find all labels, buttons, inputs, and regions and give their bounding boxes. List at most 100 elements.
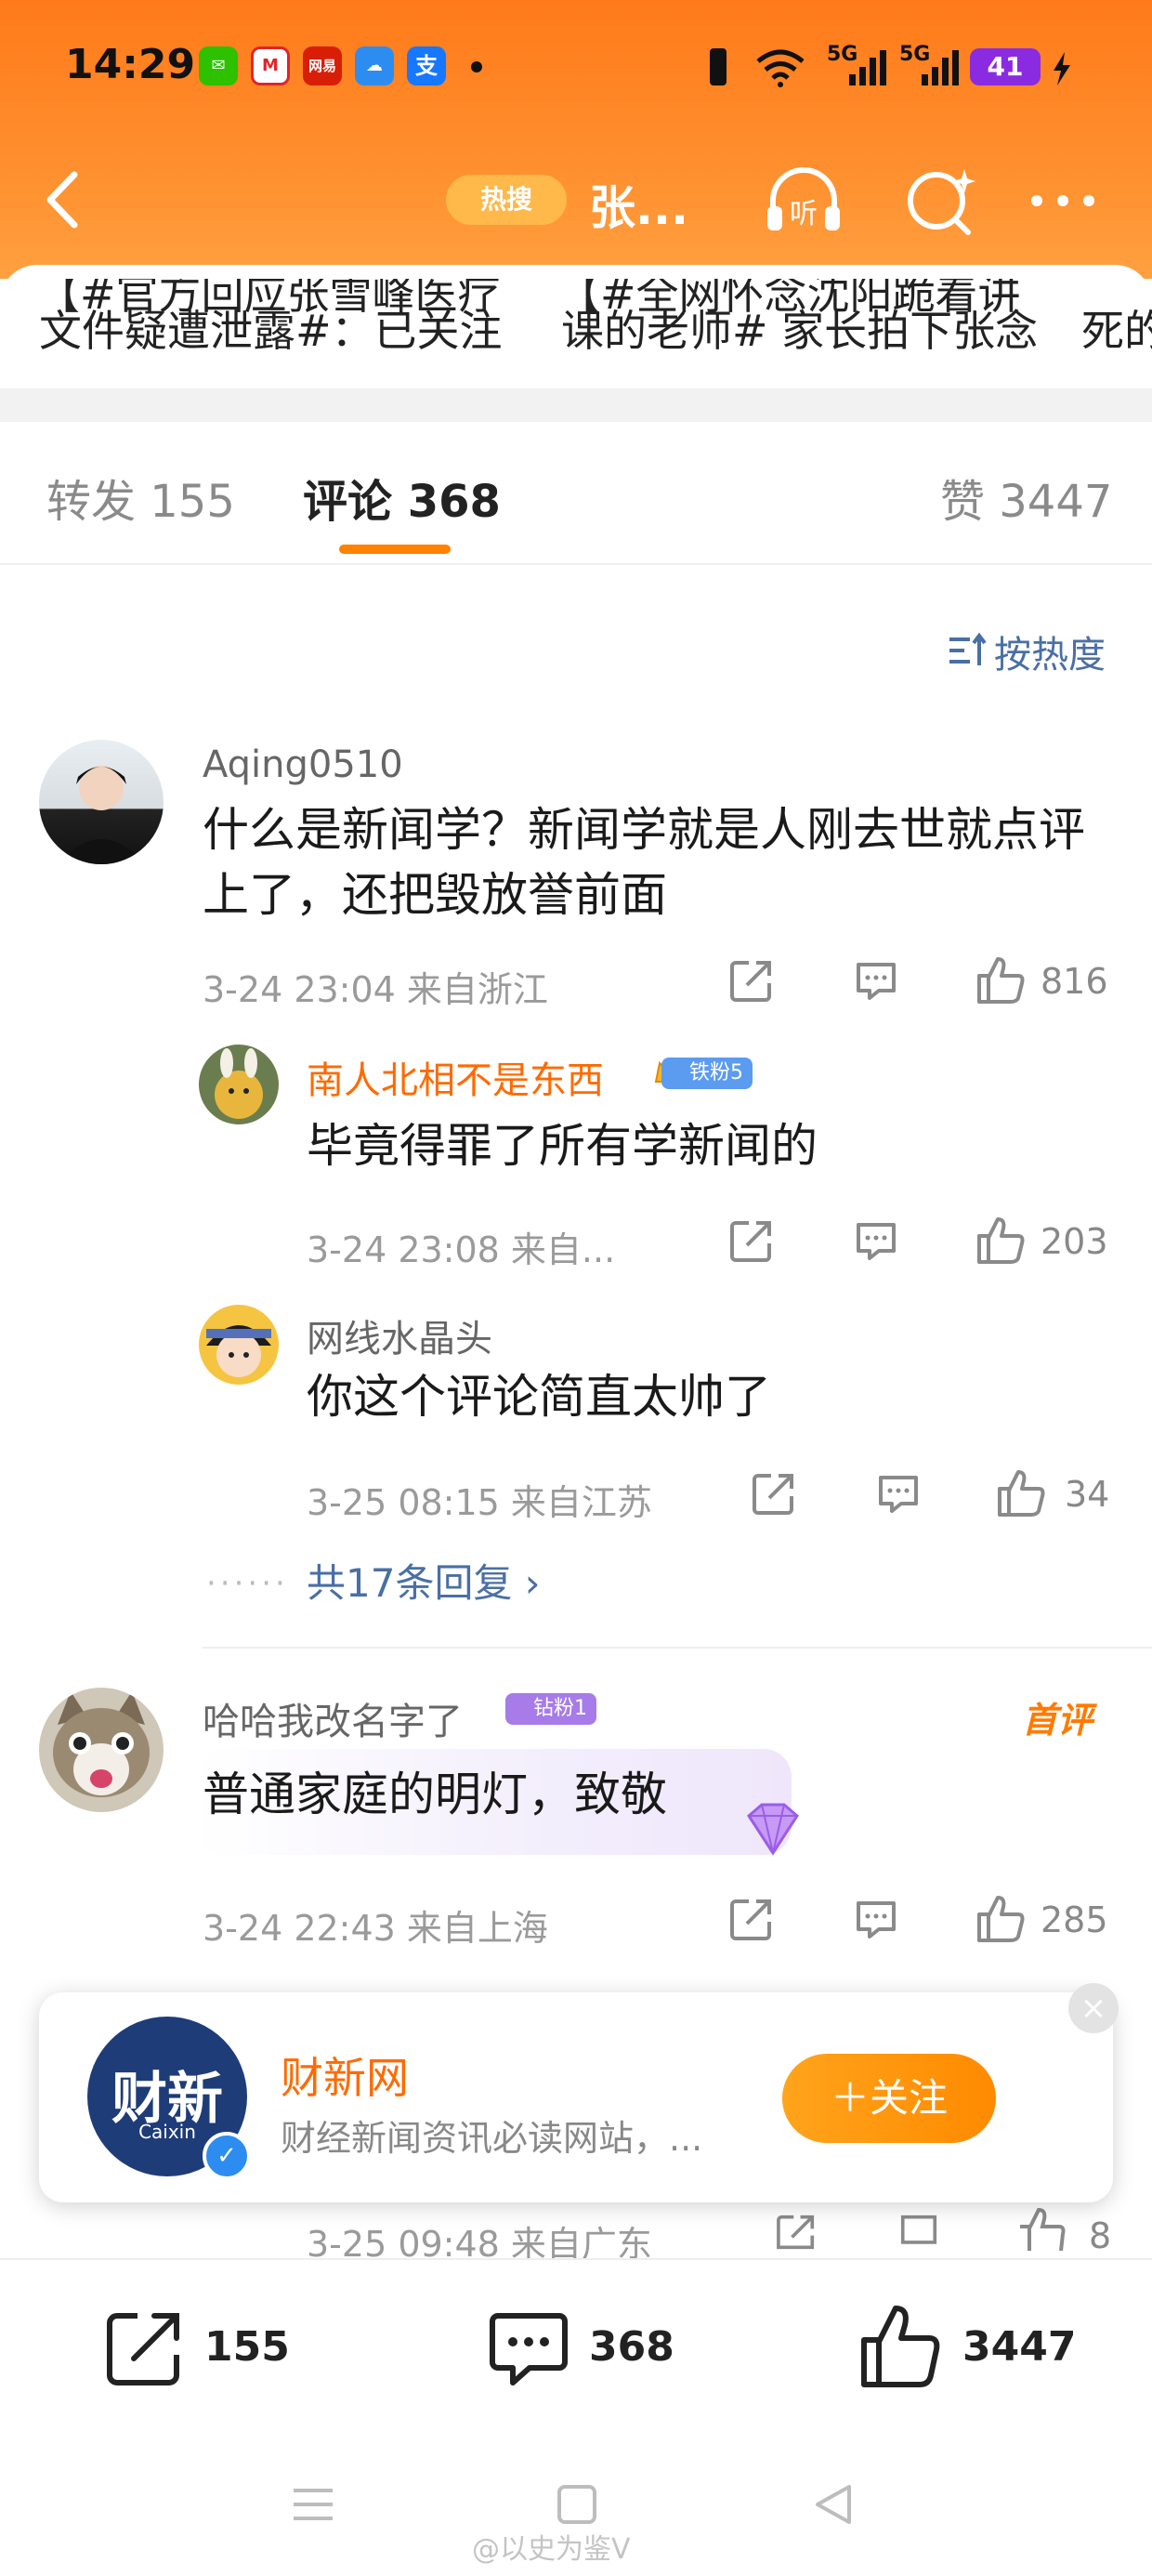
comment-divider: [203, 1647, 1152, 1649]
home-icon[interactable]: [554, 2481, 600, 2528]
wechat-icon: ✉: [199, 46, 238, 85]
avatar-image: [215, 1048, 263, 1119]
reply-icon[interactable]: [853, 1896, 899, 1942]
like-icon[interactable]: [975, 1214, 1028, 1266]
watermark: @以史为鉴V: [472, 2533, 631, 2566]
notification-dot-icon: [471, 61, 482, 72]
cloud-icon: ☁: [355, 46, 394, 85]
like-count: 285: [1041, 1899, 1108, 1940]
related-topics: 【#官方回应张雪峰医疗 【#全网怀念沈阳跪着讲 文件疑遭泄露#：已关注 课的老师…: [0, 279, 1152, 362]
verified-icon: ✓: [203, 2132, 251, 2180]
avatar-image: [58, 766, 145, 864]
reply-text: 你这个评论简直太帅了: [307, 1370, 771, 1424]
like-count: 816: [1041, 961, 1108, 1002]
active-tab-indicator: [339, 545, 451, 554]
menu-icon[interactable]: [290, 2481, 336, 2528]
avatar[interactable]: [39, 740, 164, 864]
tab-comments[interactable]: 评论 368: [303, 465, 501, 530]
comment-icon: [490, 2313, 568, 2385]
fan-level-badge: 铁粉5: [661, 1058, 753, 1089]
avatar-image: [206, 1325, 271, 1377]
back-arrow-icon[interactable]: [37, 167, 93, 232]
like-button[interactable]: 3447: [858, 2306, 1081, 2390]
comment-username[interactable]: 哈哈我改名字了: [203, 1691, 463, 1745]
repost-count: 155: [204, 2323, 290, 2371]
like-count: 34: [1065, 1474, 1110, 1515]
search-icon[interactable]: [899, 162, 983, 240]
comment-meta: 3-24 23:04 来自浙江: [203, 969, 548, 1010]
reply-icon[interactable]: [897, 2214, 940, 2251]
metro-icon: M: [251, 46, 290, 85]
listen-headphones-icon[interactable]: 听: [762, 162, 845, 240]
comment-count: 368: [589, 2323, 674, 2371]
like-icon[interactable]: [996, 1466, 1048, 1518]
like-count: 203: [1041, 1221, 1108, 1262]
bottom-action-bar: 155 368 3447: [0, 2258, 1152, 2437]
section-divider: [0, 388, 1152, 422]
reply-icon[interactable]: [875, 1470, 922, 1517]
follow-button[interactable]: ＋关注: [782, 2054, 996, 2143]
sort-button[interactable]: 按热度: [994, 624, 1106, 678]
avatar[interactable]: [39, 1688, 164, 1812]
tab-repost[interactable]: 转发 155: [46, 465, 235, 530]
avatar[interactable]: [199, 1305, 279, 1385]
follow-suggestion-card[interactable]: 财新 Caixin ✓ 财新网 财经新闻资讯必读网站，... ＋关注 ×: [39, 1983, 1119, 2202]
account-name[interactable]: 财新网: [281, 2044, 409, 2106]
diamond-sticker-icon: [747, 1803, 799, 1856]
reply-icon[interactable]: [853, 957, 899, 1004]
share-icon[interactable]: [775, 2214, 818, 2251]
charging-icon: [1054, 52, 1070, 85]
share-icon[interactable]: [728, 957, 775, 1004]
repost-button[interactable]: 155: [102, 2307, 307, 2390]
reply-username[interactable]: 网线水晶头: [307, 1308, 492, 1362]
avatar[interactable]: [199, 1045, 279, 1124]
topic-link-3[interactable]: 死的: [1081, 297, 1152, 359]
nav-title: 张...: [589, 181, 688, 235]
like-thumb-icon: [861, 2306, 940, 2387]
close-icon[interactable]: ×: [1068, 1983, 1119, 2033]
vibrate-icon: [710, 48, 727, 85]
signal-2-icon: [922, 50, 959, 85]
like-icon[interactable]: [1016, 2208, 1068, 2251]
netease-icon: 网易: [303, 46, 342, 85]
reply-username[interactable]: 南人北相不是东西: [307, 1050, 604, 1104]
repost-icon: [107, 2313, 179, 2385]
reply-text: 毕竟得罪了所有学新闻的: [307, 1119, 818, 1173]
comment-text: 什么是新闻学？新闻学就是人刚去世就点评上了，还把毁放誉前面: [203, 803, 1085, 922]
tab-likes[interactable]: 赞 3447: [940, 465, 1112, 530]
share-icon[interactable]: [751, 1470, 797, 1517]
topic-link-2[interactable]: 课的老师# 家长拍下张念: [561, 297, 1038, 359]
status-bar: 14:29 ✉ M 网易 ☁ 支 5G 5G 41: [0, 0, 1152, 139]
more-replies-link[interactable]: 共17条回复 ›: [307, 1552, 541, 1609]
alipay-icon: 支: [407, 46, 446, 85]
comment-button[interactable]: 368: [487, 2307, 691, 2390]
status-time: 14:29: [65, 41, 196, 88]
back-nav-icon[interactable]: [810, 2481, 857, 2528]
sort-icon[interactable]: [948, 632, 988, 669]
like-icon[interactable]: [975, 953, 1028, 1005]
signal-icon: [849, 50, 886, 85]
fan-level-badge: 钻粉1: [505, 1693, 596, 1725]
hot-search-label: 热搜: [479, 184, 532, 215]
first-comment-tag: 首评: [1022, 1700, 1093, 1741]
battery-indicator: 41: [970, 48, 1041, 85]
like-icon[interactable]: [975, 1892, 1028, 1944]
like-count: 8: [1089, 2215, 1112, 2256]
nav-bar: 热搜 张... 听: [0, 149, 1152, 251]
comment-username[interactable]: Aqing0510: [203, 743, 403, 786]
reply-icon[interactable]: [853, 1217, 899, 1264]
comment-meta: 3-24 22:43 来自上海: [203, 1908, 548, 1949]
svg-text:听: 听: [790, 198, 818, 230]
share-icon[interactable]: [728, 1896, 775, 1942]
thread-dots: ······: [206, 1565, 289, 1602]
hot-search-badge[interactable]: 热搜: [446, 175, 567, 225]
reply-meta: 3-24 23:08 来自...: [307, 1229, 616, 1270]
account-description: 财经新闻资讯必读网站，...: [281, 2118, 703, 2159]
reply-meta: 3-25 08:15 来自江苏: [307, 1482, 652, 1523]
wifi-icon: [756, 49, 805, 87]
share-icon[interactable]: [728, 1217, 775, 1264]
more-options-icon[interactable]: [1022, 162, 1106, 240]
topic-link-1[interactable]: 文件疑遭泄露#：已关注: [39, 297, 503, 359]
avatar-image: [53, 1691, 150, 1797]
like-total-count: 3447: [962, 2323, 1077, 2371]
